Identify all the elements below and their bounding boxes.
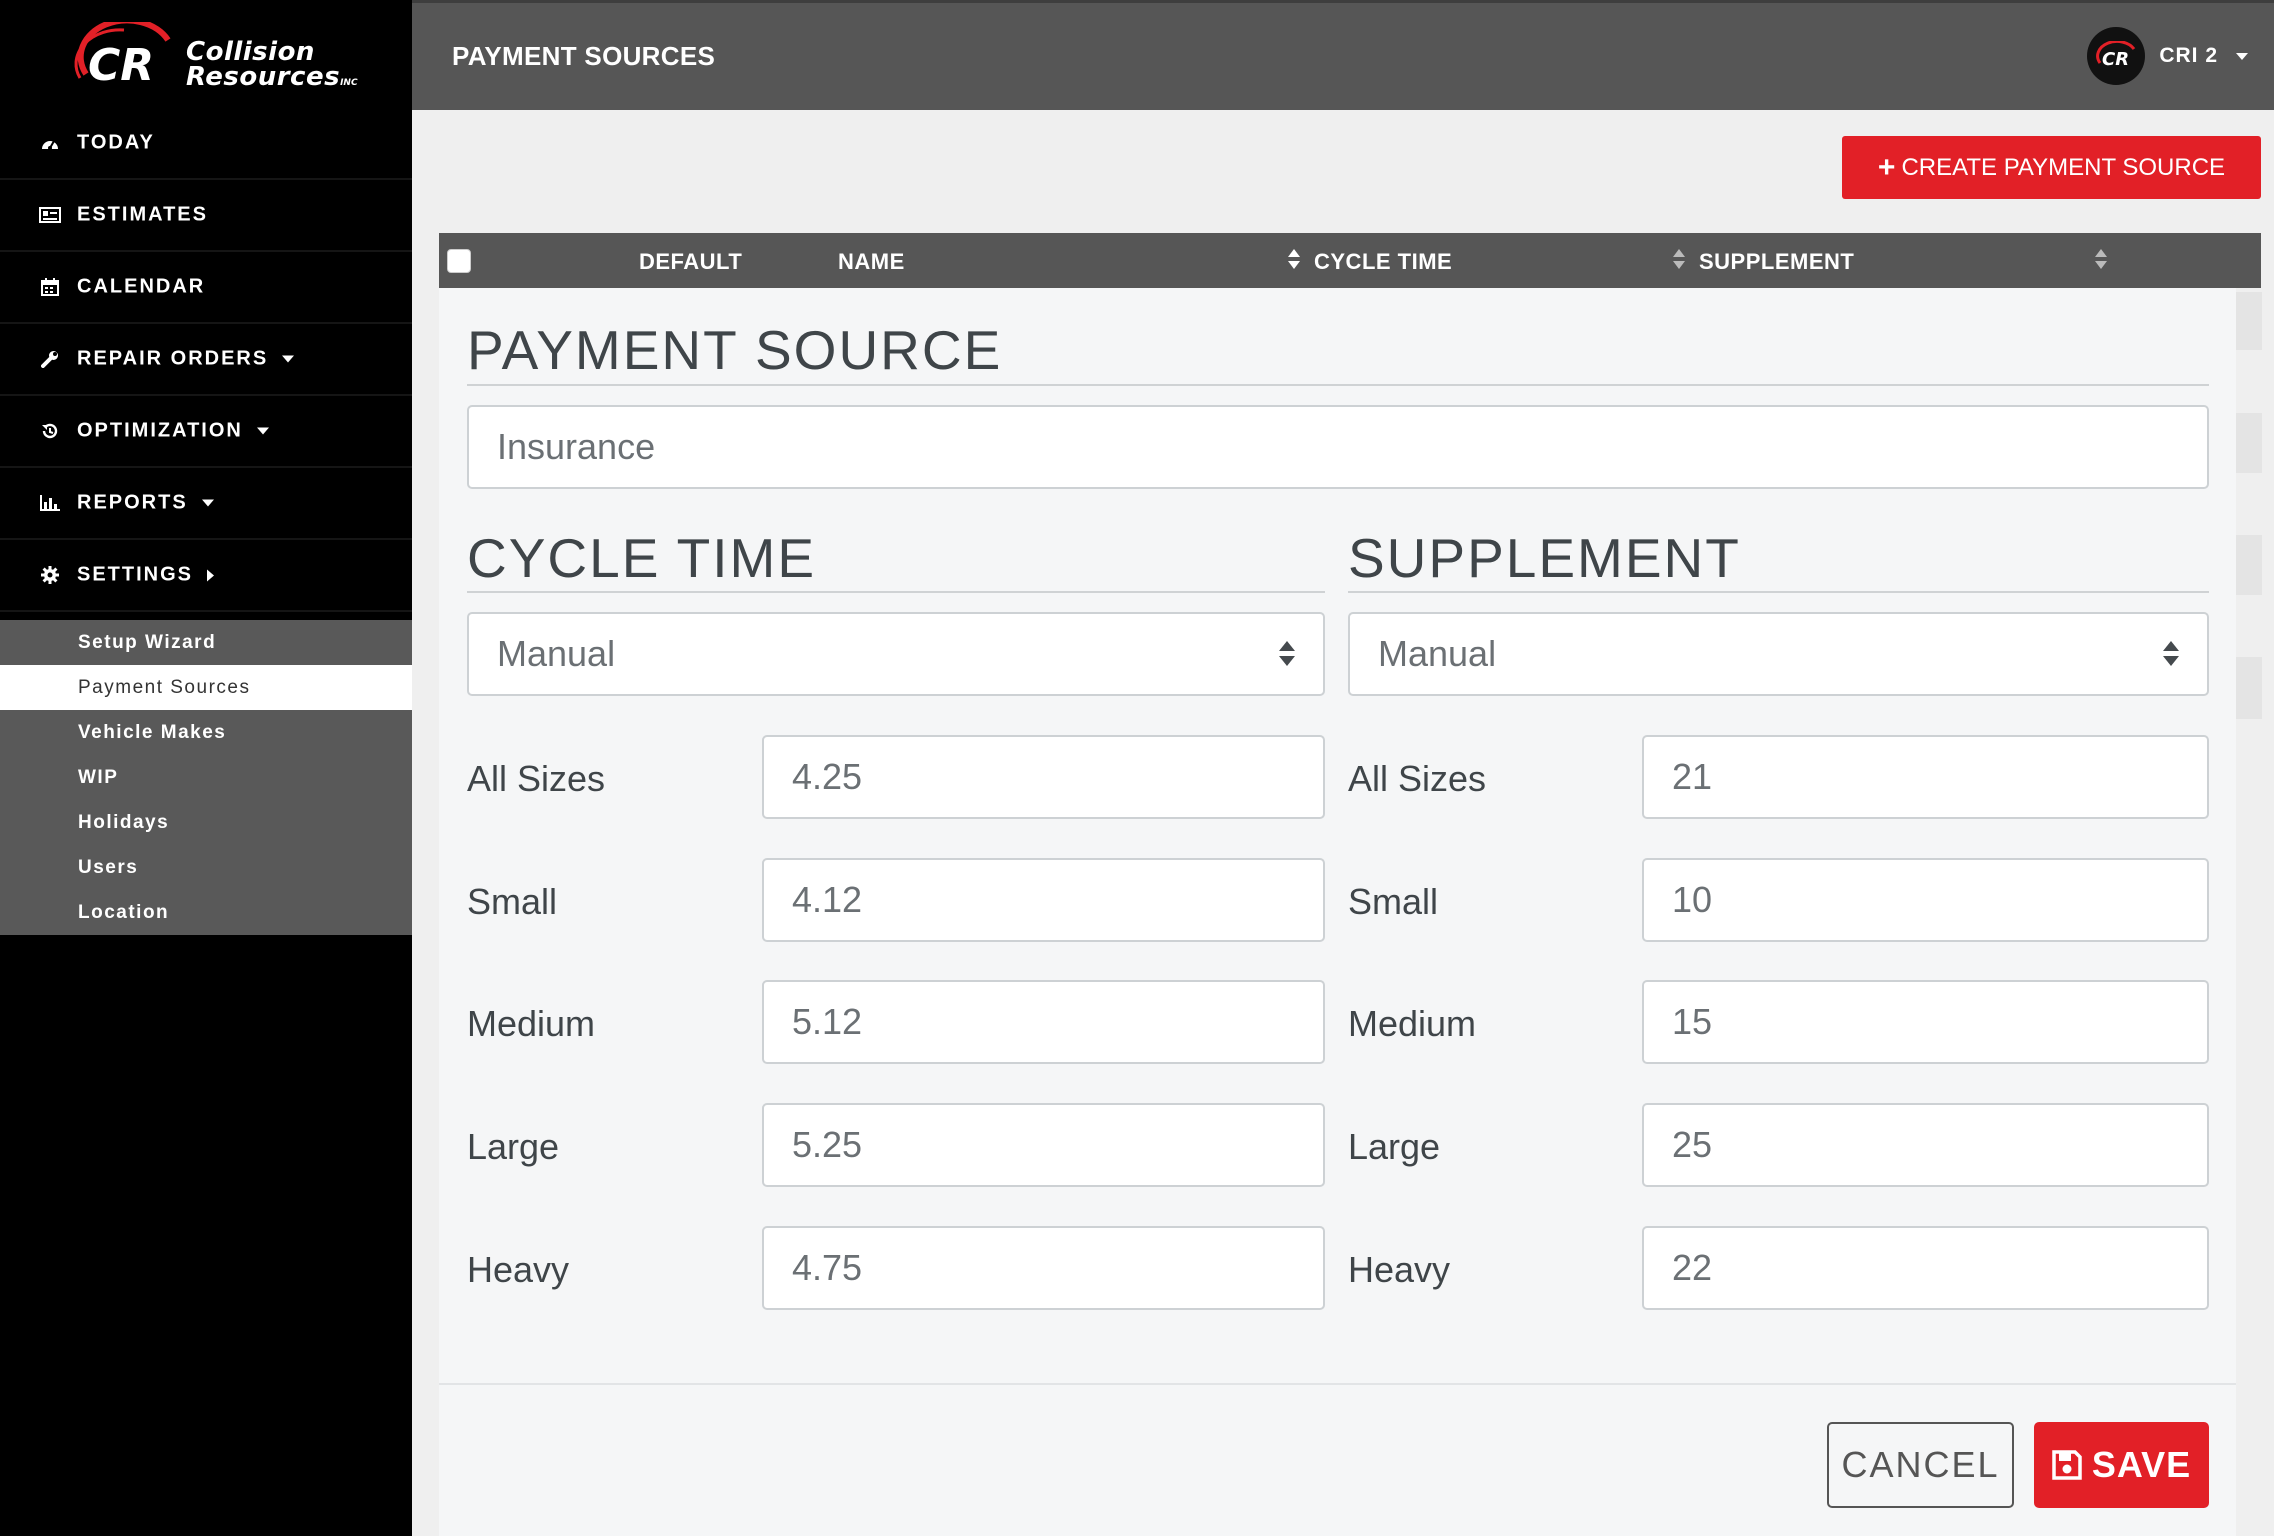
select-all-checkbox[interactable] [447, 249, 471, 273]
subnav-item-holidays[interactable]: Holidays [0, 800, 412, 845]
wrench-icon [38, 349, 62, 369]
settings-subnav: Setup Wizard Payment Sources Vehicle Mak… [0, 620, 412, 935]
payment-source-heading: PAYMENT SOURCE [467, 318, 1002, 382]
create-button-label: CREATE PAYMENT SOURCE [1901, 154, 2225, 182]
nav-item-calendar[interactable]: CALENDAR [0, 252, 412, 324]
supplement-large-label: Large [1348, 1126, 1440, 1168]
cycle-heavy-label: Heavy [467, 1249, 569, 1291]
chevron-down-icon [257, 428, 269, 435]
id-card-icon [38, 205, 62, 225]
calendar-icon [38, 277, 62, 297]
avatar: CR [2087, 27, 2145, 85]
column-header-default[interactable]: DEFAULT [639, 249, 742, 275]
history-icon [38, 421, 62, 441]
supplement-medium-input[interactable]: 15 [1642, 980, 2209, 1064]
brand-logo[interactable]: CR Collision ResourcesINC [0, 0, 412, 108]
subnav-item-location[interactable]: Location [0, 890, 412, 935]
supplement-all-sizes-input[interactable]: 21 [1642, 735, 2209, 819]
nav-label: OPTIMIZATION [77, 420, 243, 442]
cycle-heavy-input[interactable]: 4.75 [762, 1226, 1325, 1310]
divider [1348, 591, 2209, 593]
cycle-time-mode-select[interactable]: Manual [467, 612, 1325, 696]
sidebar: CR Collision ResourcesINC TODAY ESTIMATE… [0, 0, 412, 1536]
supplement-large-input[interactable]: 25 [1642, 1103, 2209, 1187]
user-menu[interactable]: CR CRI 2 [2087, 27, 2248, 85]
svg-text:CR: CR [2102, 49, 2129, 70]
supplement-heavy-input[interactable]: 22 [1642, 1226, 2209, 1310]
nav-label: REPORTS [77, 492, 188, 514]
column-header-supplement[interactable]: SUPPLEMENT [1699, 249, 1854, 275]
nav-label: REPAIR ORDERS [77, 348, 268, 370]
logo-mark-icon: CR [66, 22, 182, 92]
cycle-all-sizes-label: All Sizes [467, 758, 605, 800]
bar-chart-icon [38, 493, 62, 513]
sort-updown-icon [2163, 641, 2179, 667]
divider [467, 591, 1325, 593]
sort-icon[interactable] [1288, 249, 1300, 271]
cycle-all-sizes-input[interactable]: 4.25 [762, 735, 1325, 819]
floppy-disk-icon [2052, 1450, 2082, 1480]
dashboard-icon [38, 133, 62, 153]
subnav-item-vehicle-makes[interactable]: Vehicle Makes [0, 710, 412, 755]
subnav-item-payment-sources[interactable]: Payment Sources [0, 665, 412, 710]
column-header-name[interactable]: NAME [838, 249, 905, 275]
table-row-edge [2232, 292, 2262, 350]
save-button[interactable]: SAVE [2034, 1422, 2209, 1508]
subnav-item-users[interactable]: Users [0, 845, 412, 890]
supplement-small-input[interactable]: 10 [1642, 858, 2209, 942]
select-value: Manual [497, 633, 615, 675]
supplement-heading: SUPPLEMENT [1348, 526, 1741, 590]
sort-updown-icon [1279, 641, 1295, 667]
chevron-down-icon [2236, 53, 2248, 60]
nav-item-optimization[interactable]: OPTIMIZATION [0, 396, 412, 468]
cancel-button[interactable]: CANCEL [1827, 1422, 2014, 1508]
chevron-right-icon [207, 569, 214, 581]
nav-item-repair-orders[interactable]: REPAIR ORDERS [0, 324, 412, 396]
top-header: PAYMENT SOURCES CR CRI 2 [412, 0, 2274, 110]
nav-item-reports[interactable]: REPORTS [0, 468, 412, 540]
table-header: DEFAULT NAME CYCLE TIME SUPPLEMENT [439, 233, 2261, 288]
gear-icon [38, 565, 62, 585]
cycle-medium-input[interactable]: 5.12 [762, 980, 1325, 1064]
nav-item-settings[interactable]: SETTINGS [0, 540, 412, 612]
supplement-medium-label: Medium [1348, 1003, 1476, 1045]
divider [439, 1383, 2236, 1385]
cycle-small-label: Small [467, 881, 557, 923]
svg-text:CR: CR [88, 40, 154, 91]
page-title: PAYMENT SOURCES [452, 41, 715, 72]
select-value: Manual [1378, 633, 1496, 675]
table-row-edge [2232, 413, 2262, 473]
save-button-label: SAVE [2092, 1444, 2191, 1486]
column-header-cycle-time[interactable]: CYCLE TIME [1314, 249, 1452, 275]
subnav-item-wip[interactable]: WIP [0, 755, 412, 800]
create-payment-source-button[interactable]: + CREATE PAYMENT SOURCE [1842, 136, 2261, 199]
sort-icon[interactable] [1673, 249, 1685, 271]
chevron-down-icon [282, 356, 294, 363]
nav-item-today[interactable]: TODAY [0, 108, 412, 180]
plus-icon: + [1878, 153, 1896, 183]
brand-name: Collision ResourcesINC [186, 40, 358, 96]
supplement-small-label: Small [1348, 881, 1438, 923]
subnav-item-setup-wizard[interactable]: Setup Wizard [0, 620, 412, 665]
user-name: CRI 2 [2159, 44, 2218, 68]
table-row-edge [2232, 535, 2262, 595]
table-row-edge [2232, 657, 2262, 719]
cycle-small-input[interactable]: 4.12 [762, 858, 1325, 942]
supplement-heavy-label: Heavy [1348, 1249, 1450, 1291]
nav-item-estimates[interactable]: ESTIMATES [0, 180, 412, 252]
payment-source-name-input[interactable]: Insurance [467, 405, 2209, 489]
cycle-large-input[interactable]: 5.25 [762, 1103, 1325, 1187]
main-nav: TODAY ESTIMATES CALENDAR REPAIR ORDERS O… [0, 108, 412, 612]
cycle-time-heading: CYCLE TIME [467, 526, 816, 590]
divider [467, 384, 2209, 386]
avatar-logo-icon: CR [2094, 41, 2138, 71]
payment-source-form: PAYMENT SOURCE Insurance CYCLE TIME SUPP… [439, 288, 2236, 1536]
chevron-down-icon [202, 500, 214, 507]
cycle-large-label: Large [467, 1126, 559, 1168]
sort-icon[interactable] [2095, 249, 2107, 271]
supplement-all-sizes-label: All Sizes [1348, 758, 1486, 800]
cycle-medium-label: Medium [467, 1003, 595, 1045]
supplement-mode-select[interactable]: Manual [1348, 612, 2209, 696]
nav-label: SETTINGS [77, 564, 193, 586]
